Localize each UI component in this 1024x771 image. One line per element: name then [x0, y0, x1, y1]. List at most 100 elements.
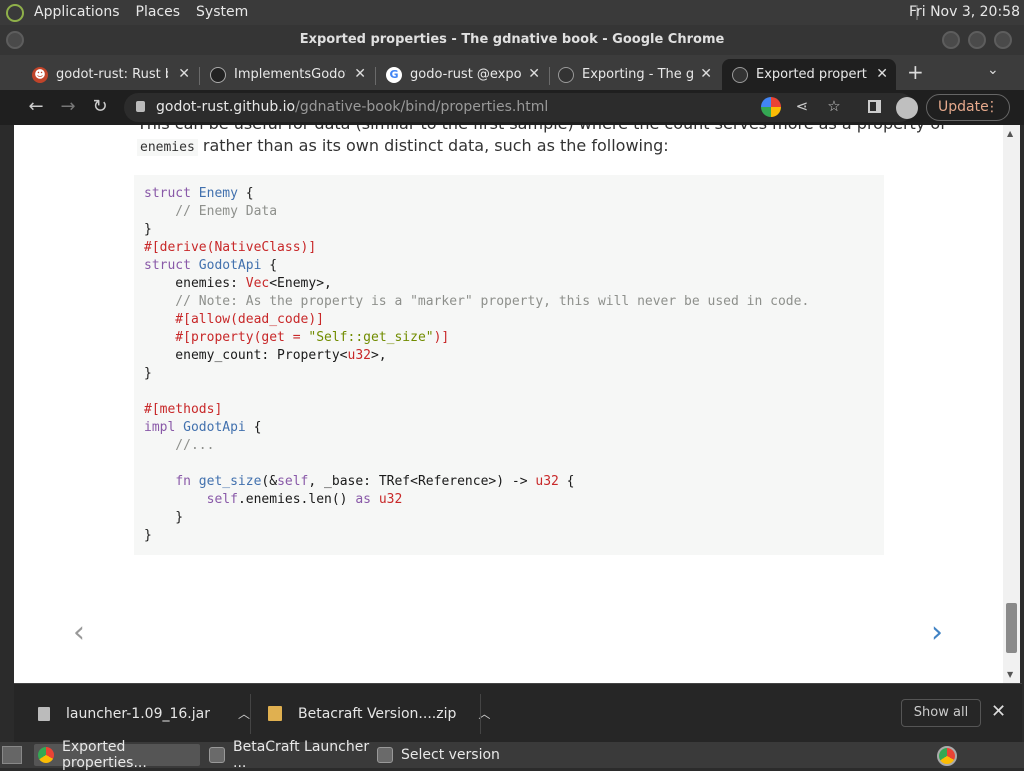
scroll-up-icon[interactable]: ▲ [1007, 129, 1013, 138]
taskbar: Exported properties... BetaCraft Launche… [0, 739, 1024, 771]
tab-close-icon[interactable]: ✕ [700, 66, 712, 82]
next-chapter-icon[interactable]: › [892, 605, 982, 660]
code-text: struct Enemy { // Enemy Data } #[derive(… [144, 185, 874, 545]
url-text[interactable]: godot-rust.github.io/gdnative-book/bind/… [156, 99, 548, 115]
back-icon[interactable]: ← [24, 96, 48, 117]
address-bar[interactable]: godot-rust.github.io/gdnative-book/bind/… [124, 93, 914, 122]
window-title: Exported properties - The gdnative book … [299, 32, 725, 47]
side-panel-icon[interactable] [868, 100, 881, 113]
chevron-up-icon[interactable]: ︿ [238, 705, 250, 722]
tab-close-icon[interactable]: ✕ [528, 66, 540, 82]
url-path: /gdnative-book/bind/properties.html [295, 99, 549, 115]
code-line: self.enemies.len() as u32 [206, 492, 403, 507]
lock-icon[interactable] [136, 101, 145, 112]
maximize-icon[interactable] [968, 31, 986, 49]
task-select-version[interactable]: Select version [373, 744, 533, 766]
download-divider [480, 694, 481, 734]
code-line: struct Enemy { [144, 186, 254, 201]
tab-search-chevron-icon[interactable]: ⌄ [987, 62, 999, 78]
tab-exported-properties[interactable]: Exported propertie ✕ [722, 59, 896, 90]
task-label: BetaCraft Launcher ... [233, 739, 370, 771]
tab-close-icon[interactable]: ✕ [354, 66, 366, 82]
more-menu-icon[interactable]: ⋮ [985, 95, 999, 120]
update-button[interactable]: Update ⋮ [926, 94, 1010, 121]
download-divider [250, 694, 251, 734]
top-panel: Applications Places System Fri Nov 3, 20… [0, 0, 1024, 25]
page-content: This can be useful for data (similar to … [14, 125, 1003, 683]
code-line: fn get_size(&self, _base: TRef<Reference… [175, 474, 575, 489]
code-block: struct Enemy { // Enemy Data } #[derive(… [134, 175, 884, 555]
browser-toolbar: ← → ↻ godot-rust.github.io/gdnative-book… [0, 90, 1024, 125]
menu-system[interactable]: System [188, 0, 256, 25]
code-line: #[property(get = "Self::get_size")] [144, 330, 450, 345]
tray-chrome-icon[interactable] [937, 746, 957, 766]
godot-icon: ☻ [32, 66, 48, 83]
code-line: #[methods] [144, 402, 223, 417]
close-download-bar-icon[interactable]: ✕ [991, 701, 1006, 722]
scroll-thumb[interactable] [1006, 603, 1017, 653]
chrome-icon [38, 747, 54, 763]
tab-strip: ☻ godot-rust: Rust bi ✕ ImplementsGodotA… [0, 55, 1024, 90]
download-filename: Betacraft Version....zip [298, 705, 457, 722]
zip-file-icon [268, 706, 282, 721]
task-chrome[interactable]: Exported properties... [34, 739, 200, 771]
tab-close-icon[interactable]: ✕ [178, 66, 190, 82]
paragraph-line-2: enemies rather than as its own distinct … [137, 135, 669, 159]
page-scrollbar[interactable]: ▲ ▼ [1003, 125, 1020, 683]
code-line: } [144, 528, 152, 543]
update-label: Update [938, 99, 989, 115]
book-icon [732, 66, 748, 83]
download-item-jar[interactable]: launcher-1.09_16.jar ︿ [38, 684, 250, 743]
tab-label: godo-rust @export [410, 67, 522, 82]
google-lens-icon[interactable] [761, 97, 781, 117]
previous-chapter-icon[interactable]: ‹ [34, 605, 124, 660]
forward-icon[interactable]: → [56, 96, 80, 117]
menu-applications[interactable]: Applications [26, 0, 128, 25]
paragraph-line-1: This can be useful for data (similar to … [137, 125, 946, 135]
tab-close-icon[interactable]: ✕ [876, 66, 888, 82]
tab-google-search[interactable]: G godo-rust @export ✕ [376, 59, 548, 90]
new-tab-icon[interactable]: + [907, 60, 924, 84]
window-menu-icon[interactable] [6, 31, 24, 49]
tab-implements-godot[interactable]: ImplementsGodotA ✕ [200, 59, 374, 90]
tab-exporting[interactable]: Exporting - The gd ✕ [548, 59, 720, 90]
show-all-downloads-button[interactable]: Show all [901, 699, 981, 727]
tab-label: godot-rust: Rust bi [56, 67, 168, 82]
java-icon [377, 747, 393, 763]
window-titlebar[interactable]: Exported properties - The gdnative book … [0, 25, 1024, 55]
distro-logo-icon[interactable] [6, 3, 24, 22]
task-label: Exported properties... [62, 739, 147, 771]
scroll-down-icon[interactable]: ▼ [1007, 670, 1013, 679]
code-line: } [144, 222, 152, 237]
minimize-icon[interactable] [942, 31, 960, 49]
paragraph-text: rather than as its own distinct data, su… [197, 136, 669, 155]
code-line: struct GodotApi { [144, 258, 278, 273]
file-icon [38, 706, 50, 721]
bookmark-star-icon[interactable]: ☆ [824, 97, 844, 117]
github-icon [210, 66, 226, 83]
download-filename: launcher-1.09_16.jar [66, 705, 210, 722]
code-line: enemies: Vec<Enemy>, [144, 276, 332, 291]
url-host: godot-rust.github.io [156, 99, 296, 115]
book-icon [558, 66, 574, 83]
profile-avatar-icon[interactable] [896, 97, 918, 119]
share-icon[interactable]: ⋖ [792, 97, 812, 117]
show-desktop-icon[interactable] [2, 746, 22, 764]
task-betacraft[interactable]: BetaCraft Launcher ... [205, 739, 371, 771]
java-icon [209, 747, 225, 763]
tab-godot-rust[interactable]: ☻ godot-rust: Rust bi ✕ [22, 59, 198, 90]
tab-label: Exported propertie [756, 67, 868, 82]
clock[interactable]: Fri Nov 3, 20:58 [909, 0, 1020, 25]
code-line: // Note: As the property is a "marker" p… [144, 294, 810, 309]
code-line: #[allow(dead_code)] [144, 312, 325, 327]
code-line: } [144, 366, 152, 381]
menu-places[interactable]: Places [128, 0, 189, 25]
close-window-icon[interactable] [994, 31, 1012, 49]
code-line: // Enemy Data [144, 204, 278, 219]
code-line: enemy_count: Property<u32>, [144, 348, 387, 363]
tab-label: ImplementsGodotA [234, 67, 346, 82]
code-line: } [175, 510, 184, 525]
code-line: #[derive(NativeClass)] [144, 240, 317, 255]
reload-icon[interactable]: ↻ [88, 96, 112, 117]
download-item-zip[interactable]: Betacraft Version....zip ︿ [268, 684, 490, 743]
